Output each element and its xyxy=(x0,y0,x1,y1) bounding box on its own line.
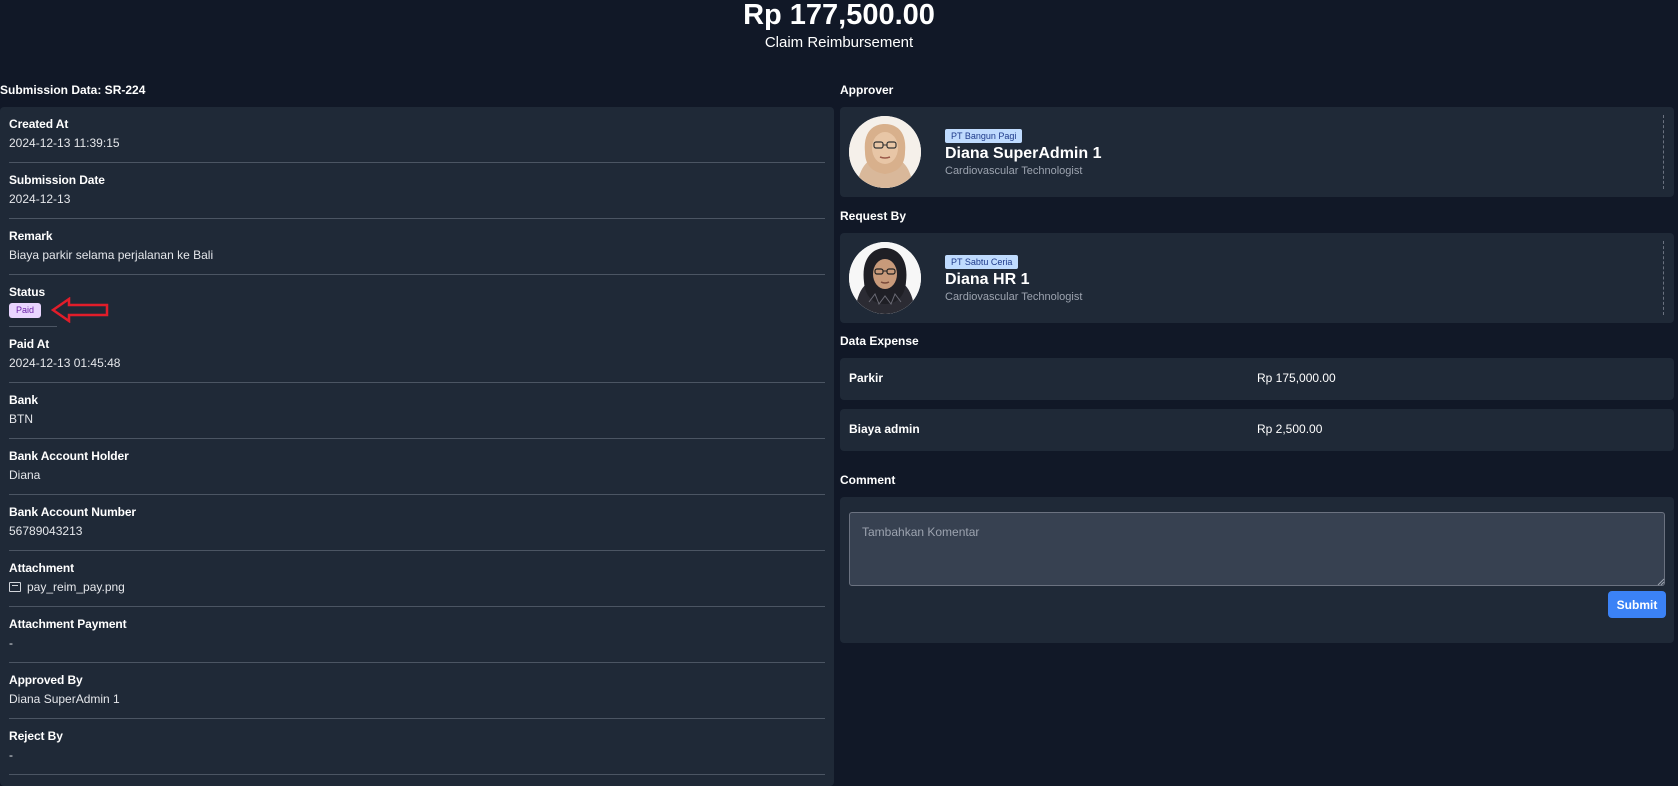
image-icon xyxy=(9,582,21,592)
approver-avatar-icon xyxy=(849,116,921,188)
field-label: Bank Account Holder xyxy=(9,449,129,463)
page-subtitle: Claim Reimbursement xyxy=(764,34,914,51)
expense-row: Biaya admin Rp 2,500.00 xyxy=(840,409,1674,451)
field-value: BTN xyxy=(9,412,33,426)
field-reject-by: Reject By - xyxy=(9,719,825,775)
approver-name: Diana SuperAdmin 1 xyxy=(945,145,1102,162)
expense-name: Biaya admin xyxy=(849,422,920,436)
requester-title: Request By xyxy=(840,209,907,223)
approver-card: PT Bangun Pagi Diana SuperAdmin 1 Cardio… xyxy=(840,107,1674,197)
field-value: 2024-12-13 01:45:48 xyxy=(9,356,121,370)
field-attachment: Attachment pay_reim_pay.png xyxy=(9,551,825,607)
field-remark: Remark Biaya parkir selama perjalanan ke… xyxy=(9,219,825,275)
field-label: Status xyxy=(9,285,46,299)
avatar xyxy=(849,242,921,314)
field-label: Submission Date xyxy=(9,173,105,187)
field-value: 2024-12-13 xyxy=(9,192,71,206)
field-value: - xyxy=(9,636,13,650)
field-label: Attachment xyxy=(9,561,75,575)
field-value: Diana xyxy=(9,468,41,482)
field-value: Biaya parkir selama perjalanan ke Bali xyxy=(9,248,214,262)
field-status: Status Paid xyxy=(9,275,825,327)
submit-button[interactable]: Submit xyxy=(1608,591,1666,618)
expense-title: Data Expense xyxy=(840,334,919,348)
submission-title: Submission Data: SR-224 xyxy=(0,83,146,97)
divider xyxy=(1663,241,1664,315)
requester-card: PT Sabtu Ceria Diana HR 1 Cardiovascular… xyxy=(840,233,1674,323)
expense-name: Parkir xyxy=(849,371,884,385)
field-value: - xyxy=(9,748,13,762)
comment-input[interactable] xyxy=(849,512,1665,586)
divider xyxy=(9,774,825,775)
field-account-holder: Bank Account Holder Diana xyxy=(9,439,825,495)
field-submission-date: Submission Date 2024-12-13 xyxy=(9,163,825,219)
status-badge: Paid xyxy=(9,303,42,318)
field-value: 56789043213 xyxy=(9,524,83,538)
comment-title: Comment xyxy=(840,473,896,487)
field-account-number: Bank Account Number 56789043213 xyxy=(9,495,825,551)
field-label: Attachment Payment xyxy=(9,617,127,631)
field-created-at: Created At 2024-12-13 11:39:15 xyxy=(9,107,825,163)
field-label: Reject By xyxy=(9,729,63,743)
field-attachment-payment: Attachment Payment - xyxy=(9,607,825,663)
field-label: Bank Account Number xyxy=(9,505,137,519)
resize-handle-icon[interactable] xyxy=(1657,578,1665,586)
company-badge: PT Sabtu Ceria xyxy=(945,255,1019,269)
company-badge: PT Bangun Pagi xyxy=(945,129,1023,143)
field-label: Created At xyxy=(9,117,69,131)
annotation-arrow-icon xyxy=(51,297,109,323)
avatar xyxy=(849,116,921,188)
field-label: Remark xyxy=(9,229,53,243)
expense-amount: Rp 2,500.00 xyxy=(1257,422,1323,436)
expense-row: Parkir Rp 175,000.00 xyxy=(840,358,1674,400)
field-value: Diana SuperAdmin 1 xyxy=(9,692,120,706)
requester-role: Cardiovascular Technologist xyxy=(945,291,1083,303)
field-value: 2024-12-13 11:39:15 xyxy=(9,136,120,150)
approver-role: Cardiovascular Technologist xyxy=(945,165,1083,177)
submission-panel: Created At 2024-12-13 11:39:15 Submissio… xyxy=(0,107,834,786)
attachment-filename[interactable]: pay_reim_pay.png xyxy=(27,580,125,594)
page: Rp 177,500.00 Claim Reimbursement Submis… xyxy=(0,0,1678,786)
comment-panel: Submit xyxy=(840,497,1674,643)
field-label: Paid At xyxy=(9,337,50,351)
field-paid-at: Paid At 2024-12-13 01:45:48 xyxy=(9,327,825,383)
requester-name: Diana HR 1 xyxy=(945,271,1030,288)
total-amount: Rp 177,500.00 xyxy=(743,0,935,31)
requester-avatar-icon xyxy=(849,242,921,314)
attachment-link[interactable]: pay_reim_pay.png xyxy=(9,580,125,594)
field-label: Approved By xyxy=(9,673,83,687)
approver-title: Approver xyxy=(840,83,894,97)
field-bank: Bank BTN xyxy=(9,383,825,439)
expense-amount: Rp 175,000.00 xyxy=(1257,371,1336,385)
field-approved-by: Approved By Diana SuperAdmin 1 xyxy=(9,663,825,719)
field-label: Bank xyxy=(9,393,38,407)
divider xyxy=(1663,115,1664,189)
